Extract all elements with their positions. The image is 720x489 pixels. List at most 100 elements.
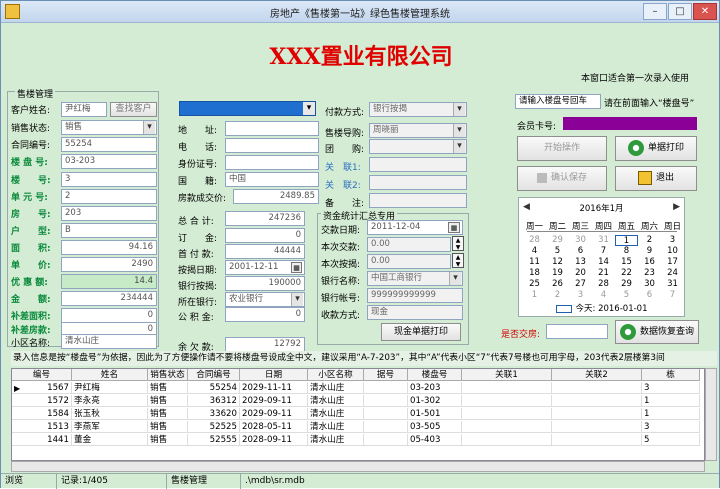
paymode-select[interactable]: 银行按揭 [369, 102, 467, 117]
exit-button[interactable]: 退出 [615, 166, 697, 191]
delivered-field[interactable] [546, 324, 608, 339]
extra-area-field[interactable]: 0 [61, 308, 157, 323]
id-field[interactable] [225, 155, 319, 170]
deal-price-field[interactable]: 2489.85 [233, 189, 319, 204]
print-receipt-button[interactable]: 单据打印 [615, 136, 697, 161]
table-row[interactable]: 1584 张玉秋 销售 33620 2029-09-11 清水山庄 01-501 1 [12, 408, 704, 420]
calendar-day[interactable]: 27 [569, 279, 592, 290]
calendar-day[interactable]: 16 [638, 257, 661, 268]
total-field[interactable]: 247236 [225, 211, 305, 226]
close-icon[interactable]: ✕ [693, 3, 717, 20]
calendar-day[interactable]: 1 [615, 235, 638, 246]
unit-field[interactable]: 2 [61, 189, 157, 204]
calendar-day[interactable]: 4 [523, 246, 546, 257]
calendar-day[interactable]: 4 [592, 290, 615, 301]
bank-name-select[interactable]: 中国工商银行 [367, 271, 463, 286]
calendar-day[interactable]: 7 [661, 290, 684, 301]
price-field[interactable]: 2490 [61, 257, 157, 272]
member-card-field[interactable] [563, 117, 697, 130]
this-pay-field[interactable]: 0.00 [367, 237, 451, 252]
calendar-day[interactable]: 30 [569, 235, 592, 246]
this-loan-spinner-icon[interactable]: ▲ ▼ [452, 253, 464, 268]
bank-loan-field[interactable]: 190000 [225, 276, 305, 291]
date-picker-icon[interactable]: ▦ [448, 222, 460, 233]
calendar-today[interactable]: 今天: 2016-01-01 [519, 302, 684, 314]
nation-field[interactable]: 中国 [225, 172, 319, 187]
calendar-day[interactable]: 5 [546, 246, 569, 257]
calendar-day[interactable]: 29 [546, 235, 569, 246]
calendar-day[interactable]: 24 [661, 268, 684, 279]
calendar-day[interactable]: 6 [638, 290, 661, 301]
calendar-day[interactable]: 11 [523, 257, 546, 268]
table-row[interactable]: 1567 尹红梅 销售 55254 2029-11-11 清水山庄 03-203 3 [12, 382, 704, 394]
calendar-day[interactable]: 1 [523, 290, 546, 301]
building-search-input[interactable]: 请输入楼盘号回车 [515, 94, 601, 109]
group-buy-select[interactable] [369, 139, 467, 154]
calendar-day[interactable]: 19 [546, 268, 569, 279]
calendar-day[interactable]: 21 [592, 268, 615, 279]
start-operation-button[interactable]: 开始操作 [517, 136, 607, 161]
calendar-day[interactable]: 12 [546, 257, 569, 268]
calendar-day[interactable]: 31 [592, 235, 615, 246]
table-row[interactable]: 1572 李永亮 销售 36312 2029-09-11 清水山庄 01-302 1 [12, 395, 704, 407]
type-field[interactable]: B [61, 223, 157, 238]
data-restore-button[interactable]: 数据恢复查询 [615, 320, 699, 344]
remark-field[interactable] [369, 193, 467, 208]
calendar-day[interactable]: 17 [661, 257, 684, 268]
bank-select[interactable]: 农业银行 [225, 292, 305, 307]
vertical-scrollbar[interactable] [705, 368, 717, 461]
fund-field[interactable]: 0 [225, 307, 305, 322]
calendar-day[interactable]: 13 [569, 257, 592, 268]
calendar-day[interactable]: 18 [523, 268, 546, 279]
building-field[interactable]: 03-203 [61, 154, 157, 169]
calendar-day[interactable]: 3 [661, 235, 684, 246]
calendar-day[interactable]: 6 [569, 246, 592, 257]
calendar[interactable]: ◀ 2016年1月 ▶ 今天: 2016-01-01 周一 周二 周三 周四 周五 周六周… [518, 197, 685, 317]
status-select[interactable]: 销售 [61, 120, 157, 135]
calendar-picker-icon[interactable]: ▦ [291, 262, 302, 273]
calendar-day[interactable]: 23 [638, 268, 661, 279]
amount-field[interactable]: 234444 [61, 291, 157, 306]
calendar-day[interactable]: 14 [592, 257, 615, 268]
calendar-day[interactable]: 8 [615, 246, 638, 257]
calendar-day[interactable]: 9 [638, 246, 661, 257]
deposit-field[interactable]: 0 [225, 228, 305, 243]
discount-field[interactable]: 14.4 [61, 274, 157, 289]
contract-field[interactable]: 55254 [61, 137, 157, 152]
phone-field[interactable] [225, 138, 319, 153]
table-row[interactable]: 1513 李燕军 销售 52525 2028-05-11 清水山庄 03-505 3 [12, 421, 704, 433]
guide-select[interactable]: 周晓丽 [369, 123, 467, 138]
down-payment-field[interactable]: 44444 [225, 244, 305, 259]
table-row[interactable]: 1441 董金 销售 52555 2028-09-11 清水山庄 05-403 5 [12, 434, 704, 446]
room-field[interactable]: 203 [61, 206, 157, 221]
cash-receipt-print-button[interactable]: 现金单据打印 [381, 323, 461, 341]
calendar-day[interactable]: 10 [661, 246, 684, 257]
this-pay-spinner-icon[interactable]: ▲ ▼ [452, 236, 464, 251]
calendar-day[interactable]: 28 [523, 235, 546, 246]
address-field[interactable] [225, 121, 319, 136]
method-field[interactable]: 现金 [367, 305, 463, 320]
estate-field[interactable]: 清水山庄 [61, 334, 157, 349]
calendar-day[interactable]: 5 [615, 290, 638, 301]
area-field[interactable]: 94.16 [61, 240, 157, 255]
customer-name-field[interactable]: 尹红梅 [61, 102, 107, 117]
maximize-icon[interactable]: □ [668, 3, 692, 20]
calendar-day[interactable]: 2 [546, 290, 569, 301]
related1-field[interactable] [369, 157, 467, 172]
confirm-save-button[interactable]: 确认保存 [517, 166, 607, 191]
calendar-day[interactable]: 22 [615, 268, 638, 279]
calendar-day[interactable]: 30 [638, 279, 661, 290]
calendar-next-icon[interactable]: ▶ [673, 202, 680, 212]
minimize-icon[interactable]: – [643, 3, 667, 20]
tower-field[interactable]: 3 [61, 172, 157, 187]
calendar-day[interactable]: 31 [661, 279, 684, 290]
records-table[interactable]: 编号 姓名 销售状态 合同编号 日期 小区名称 据号 楼盘号 关联1 关联2 栋 1567 尹红梅 销售 5… [11, 368, 705, 461]
this-loan-field[interactable]: 0.00 [367, 254, 451, 269]
find-customer-button[interactable]: 查找客户 [110, 102, 157, 117]
calendar-day[interactable]: 29 [615, 279, 638, 290]
account-field[interactable]: 999999999999 [367, 288, 463, 303]
calendar-day[interactable]: 2 [638, 235, 661, 246]
horizontal-scrollbar[interactable] [11, 461, 705, 472]
calendar-day[interactable]: 28 [592, 279, 615, 290]
balance-field[interactable]: 12792 [225, 337, 305, 352]
